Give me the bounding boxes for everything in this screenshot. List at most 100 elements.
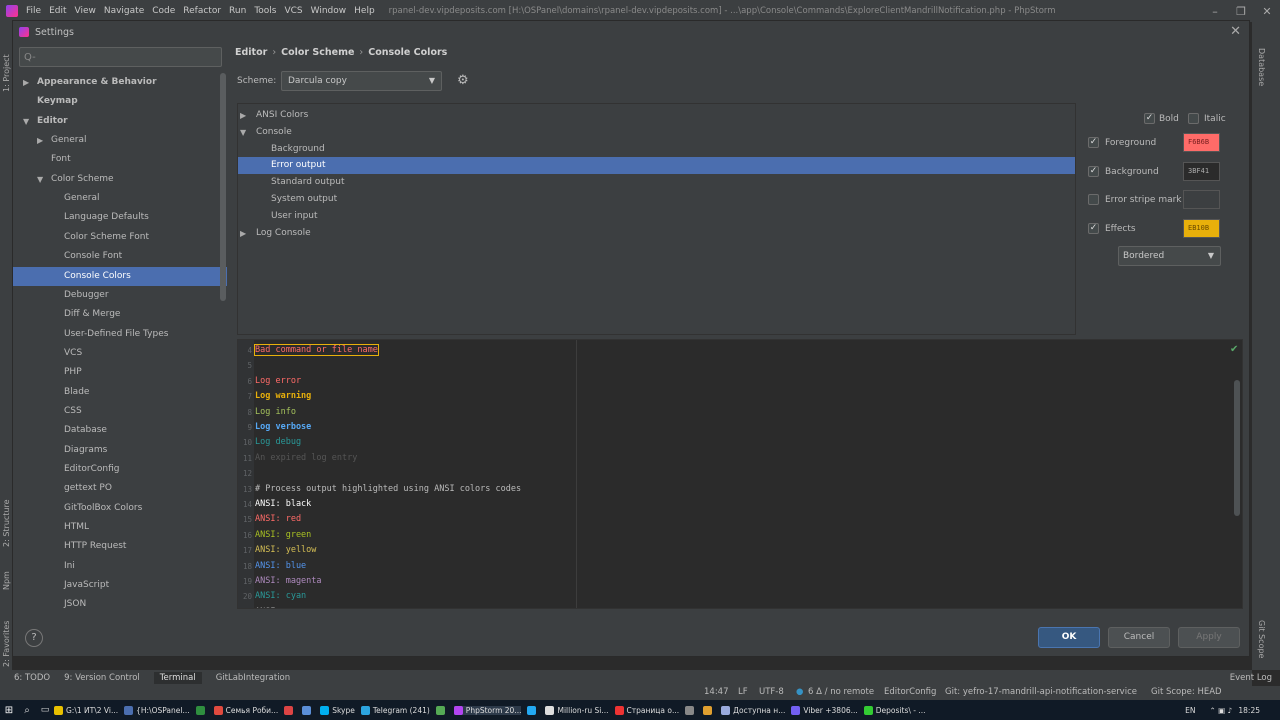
settings-tree-item[interactable]: VCS [13,344,227,363]
effects-color-swatch[interactable]: EB10B [1183,219,1220,238]
background-color-swatch[interactable]: 3BF41 [1183,162,1220,181]
git-branch[interactable]: Git: yefro-17-mandrill-api-notification-… [945,687,1137,697]
taskbar-item[interactable] [703,705,715,715]
taskbar-item[interactable]: Viber +3806... [791,705,858,715]
menu-help[interactable]: Help [354,6,375,16]
settings-search-input[interactable]: Q- [19,47,222,67]
background-checkbox[interactable]: ✓ [1088,166,1099,177]
settings-tree-item[interactable]: Keymap [13,92,227,111]
taskbar-item[interactable]: G:\1 ИТ\2 Vi... [54,705,118,715]
chevron-right-icon[interactable]: ▶ [240,225,246,242]
window-close-icon[interactable]: ✕ [1254,5,1280,18]
chevron-right-icon[interactable]: ▶ [23,73,29,92]
taskbar-item[interactable]: {H:\OSPanel... [124,705,190,715]
tool-structure[interactable]: 2: Structure [2,499,11,547]
taskbar-item[interactable]: Семья Роби... [213,705,278,715]
tool-project[interactable]: 1: Project [2,54,11,92]
settings-tree-item[interactable]: User-Defined File Types [13,325,227,344]
settings-tree-item[interactable]: JavaScript [13,576,227,595]
console-color-item[interactable]: Standard output [238,174,1075,191]
settings-tree-item[interactable]: Database [13,421,227,440]
dialog-close-icon[interactable]: ✕ [1230,24,1241,39]
console-color-item[interactable]: ▶ Log Console [238,225,1075,242]
taskbar-item[interactable]: Доступна н... [721,705,785,715]
settings-tree-item[interactable]: Diagrams [13,441,227,460]
settings-tree-item[interactable]: Blade [13,383,227,402]
error-stripe-color-swatch[interactable] [1183,190,1220,209]
settings-tree-item[interactable]: EditorConfig [13,460,227,479]
git-scope[interactable]: Git Scope: HEAD [1151,687,1222,697]
tab-todo[interactable]: 6: TODO [14,673,50,683]
keyboard-language[interactable]: EN [1185,706,1195,715]
taskbar-item[interactable]: Страница о... [614,705,679,715]
settings-tree-item[interactable]: gettext PO [13,479,227,498]
chevron-down-icon[interactable]: ▼ [23,112,29,131]
taskbar-item[interactable]: Skype [320,705,355,715]
minimize-icon[interactable]: – [1202,5,1228,18]
clock[interactable]: 18:25 [1238,706,1260,715]
taskbar-item[interactable]: Deposits\ - ... [863,705,926,715]
settings-tree-item[interactable]: Diff & Merge [13,305,227,324]
tab-version-control[interactable]: 9: Version Control [64,673,140,683]
windows-start-icon[interactable]: ⊞ [0,705,18,716]
tool-favorites[interactable]: 2: Favorites [2,621,11,667]
taskbar-item[interactable] [527,705,539,715]
help-button[interactable]: ? [25,629,43,647]
settings-tree-item[interactable]: Console Font [13,247,227,266]
menu-window[interactable]: Window [311,6,347,16]
file-encoding[interactable]: UTF-8 [759,687,784,697]
chevron-right-icon[interactable]: ▶ [240,107,246,124]
tool-npm[interactable]: Npm [2,571,11,590]
menu-view[interactable]: View [75,6,96,16]
preview-scrollbar[interactable] [1234,380,1240,516]
settings-tree-item[interactable]: GitToolBox Colors [13,499,227,518]
menu-file[interactable]: File [26,6,41,16]
settings-tree-item[interactable]: Language Defaults [13,208,227,227]
chevron-right-icon[interactable]: ▶ [37,131,43,150]
settings-tree-item[interactable]: ▼ Editor [13,112,227,131]
tray-icons[interactable]: ⌃ ▣ ♪ [1209,706,1232,715]
console-color-item[interactable]: Error output [238,157,1075,175]
taskbar-item[interactable]: Telegram (241) [360,705,430,715]
chevron-down-icon[interactable]: ▼ [37,170,43,189]
vcs-changes[interactable]: 6 Δ / no remote [808,687,874,697]
settings-tree-item[interactable]: Font [13,150,227,169]
taskbar-item[interactable]: Million-ru Si... [545,705,609,715]
tree-scrollbar[interactable] [220,73,226,301]
line-separator[interactable]: LF [738,687,748,697]
scheme-select[interactable]: Darcula copy ▼ [281,71,442,91]
tab-terminal[interactable]: Terminal [153,672,202,684]
menu-edit[interactable]: Edit [49,6,66,16]
settings-tree-item[interactable]: Ini [13,557,227,576]
bold-checkbox[interactable]: ✓ [1144,113,1155,124]
console-color-item[interactable]: Background [238,141,1075,158]
gear-icon[interactable]: ⚙ [457,73,469,88]
settings-tree-item[interactable]: Debugger [13,286,227,305]
menu-run[interactable]: Run [229,6,246,16]
settings-tree-item[interactable]: ▶ Appearance & Behavior [13,73,227,92]
console-color-item[interactable]: ▶ ANSI Colors [238,107,1075,124]
console-color-item[interactable]: System output [238,191,1075,208]
taskbar-item[interactable] [435,705,448,715]
tool-database[interactable]: Database [1257,48,1266,86]
settings-tree-item[interactable]: PHP [13,363,227,382]
effects-checkbox[interactable]: ✓ [1088,223,1099,234]
tool-git-scope[interactable]: Git Scope [1257,620,1266,658]
console-color-item[interactable]: User input [238,208,1075,225]
menu-navigate[interactable]: Navigate [104,6,144,16]
italic-checkbox[interactable] [1188,113,1199,124]
taskbar-item[interactable]: PhpStorm 20... [453,705,522,715]
settings-tree-item[interactable]: CSS [13,402,227,421]
event-log-button[interactable]: Event Log [1230,673,1272,683]
taskbar-item[interactable] [284,705,296,715]
settings-tree-item[interactable]: General [13,189,227,208]
ok-button[interactable]: OK [1038,627,1100,648]
console-color-item[interactable]: ▼ Console [238,124,1075,141]
effect-type-select[interactable]: Bordered ▼ [1118,246,1221,266]
menu-vcs[interactable]: VCS [284,6,302,16]
menu-code[interactable]: Code [152,6,175,16]
taskbar-item[interactable] [685,705,697,715]
settings-tree-item[interactable]: JSON [13,595,227,614]
settings-tree-item[interactable]: Console Colors [13,266,227,286]
task-view-icon[interactable]: ▭ [36,705,54,715]
